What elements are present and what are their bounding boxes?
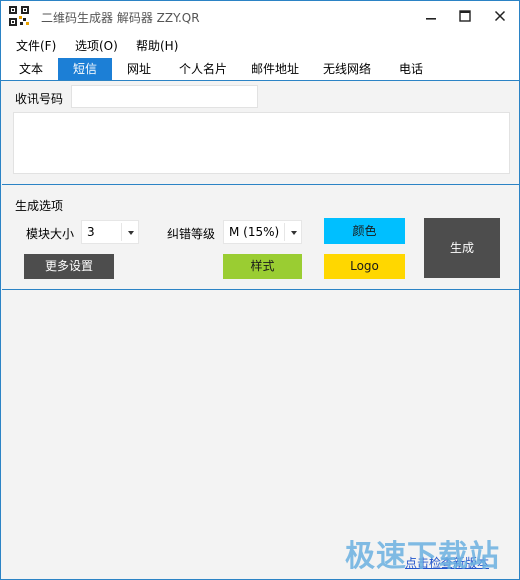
close-button[interactable] xyxy=(482,1,518,31)
ecc-label: 纠错等级 xyxy=(167,227,216,241)
close-icon xyxy=(494,10,506,22)
module-size-label: 模块大小 xyxy=(26,227,75,241)
tab-email[interactable]: 邮件地址 xyxy=(243,58,307,80)
module-size-value: 3 xyxy=(87,225,95,239)
app-window: 二维码生成器 解码器 ZZY.QR 文件(F) 选项(O) 帮助(H) 文本 短… xyxy=(0,0,520,580)
tab-sms[interactable]: 短信 xyxy=(58,58,112,80)
menu-help[interactable]: 帮助(H) xyxy=(136,37,178,54)
tab-wifi[interactable]: 无线网络 xyxy=(315,58,379,80)
chevron-down-icon xyxy=(291,231,297,235)
generate-button[interactable]: 生成 xyxy=(424,218,500,278)
minimize-button[interactable] xyxy=(413,1,449,31)
ecc-level-select[interactable]: M (15%) xyxy=(223,220,302,244)
style-button[interactable]: 样式 xyxy=(223,254,302,279)
ecc-value: M (15%) xyxy=(229,225,280,239)
more-settings-button[interactable]: 更多设置 xyxy=(24,254,114,279)
menu-bar: 文件(F) 选项(O) 帮助(H) xyxy=(1,32,519,56)
tab-phone[interactable]: 电话 xyxy=(389,58,433,80)
tab-bar: 文本 短信 网址 个人名片 邮件地址 无线网络 电话 xyxy=(1,56,519,81)
tab-vcard[interactable]: 个人名片 xyxy=(171,58,235,80)
minimize-icon xyxy=(426,18,436,20)
module-size-select[interactable]: 3 xyxy=(81,220,139,244)
window-title: 二维码生成器 解码器 ZZY.QR xyxy=(41,11,200,25)
message-textarea[interactable] xyxy=(13,112,510,174)
menu-file[interactable]: 文件(F) xyxy=(16,37,56,54)
color-button[interactable]: 颜色 xyxy=(324,218,405,244)
phone-number-input[interactable] xyxy=(71,85,258,108)
phone-label: 收讯号码 xyxy=(15,92,64,106)
menu-options[interactable]: 选项(O) xyxy=(75,37,118,54)
maximize-button[interactable] xyxy=(447,1,483,31)
chevron-down-icon xyxy=(128,231,134,235)
tab-text[interactable]: 文本 xyxy=(9,58,53,80)
tab-url[interactable]: 网址 xyxy=(117,58,161,80)
logo-button[interactable]: Logo xyxy=(324,254,405,279)
maximize-icon xyxy=(459,10,471,22)
options-section-title: 生成选项 xyxy=(15,199,64,213)
qr-app-icon xyxy=(9,6,29,26)
title-bar: 二维码生成器 解码器 ZZY.QR xyxy=(1,1,519,32)
section-divider xyxy=(2,184,519,185)
site-watermark: 极速下载站 xyxy=(345,539,500,574)
